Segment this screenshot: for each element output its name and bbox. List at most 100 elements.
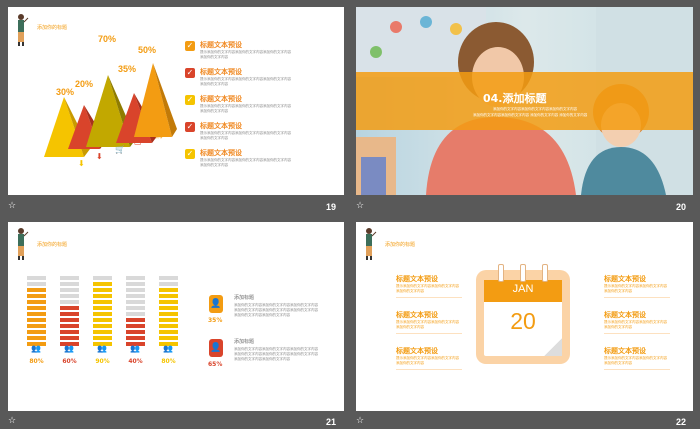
slide-thumbnail-19[interactable]: 添加你的标题 30% 20% 70% 35% 50% ⬇ ⬇ 🛒 ▭ ⛓ ✓ 标题… xyxy=(8,7,344,195)
bar-segment xyxy=(60,288,79,292)
bar-segment xyxy=(93,282,112,286)
item-title: 标题文本预设 xyxy=(200,95,242,103)
bar-segment xyxy=(27,294,46,298)
check-icon: ✓ xyxy=(185,68,195,78)
favorite-star-icon[interactable]: ☆ xyxy=(356,201,364,211)
info-line-2: 添加你的文字内容 xyxy=(604,325,632,329)
favorite-star-icon[interactable]: ☆ xyxy=(8,416,16,426)
slide-thumbnail-22[interactable]: 添加你的标题 JAN 20 标题文本预设 提示添加你的文字内容添加你的文字内容 … xyxy=(356,222,693,411)
slide-header: 添加你的标题 xyxy=(37,242,68,248)
bar-segment xyxy=(93,336,112,340)
divider xyxy=(604,333,670,334)
section-title: 04.添加标题 xyxy=(483,92,547,105)
bar-percent-label: 60% xyxy=(62,358,77,365)
bar-segment xyxy=(126,306,145,310)
bar-segment xyxy=(159,306,178,310)
percent-label-3: 70% xyxy=(98,34,117,44)
cart-icon: 🛒 xyxy=(115,145,125,154)
info-title: 标题文本预设 xyxy=(604,347,646,355)
check-icon: ✓ xyxy=(185,149,195,159)
people-icon: 👥 xyxy=(130,344,140,353)
stat-title: 添加标题 xyxy=(234,295,255,301)
download-tray-icon: ⬇ xyxy=(96,152,103,161)
bar-segment xyxy=(126,294,145,298)
list-item: 标题文本预设 提示添加你的文字内容添加你的文字内容添加你的文字内容 添加你的文字… xyxy=(200,94,291,114)
info-item: 标题文本预设 提示添加你的文字内容添加你的文字内容 添加你的文字内容 xyxy=(604,346,670,370)
slide-thumbnail-21[interactable]: 添加你的标题 👥 80% 👥 60% 👥 90% 👥 40% 👥 80% 👤 35% 添加标题 添加你的… xyxy=(8,222,344,411)
item-desc-2: 添加你的文字内容 xyxy=(200,163,228,167)
bar-segment xyxy=(93,300,112,304)
percent-label-1: 30% xyxy=(56,87,75,97)
bar-percent-label: 80% xyxy=(29,358,44,365)
bar-segment xyxy=(27,306,46,310)
bar-segment xyxy=(27,336,46,340)
bar-segment xyxy=(126,318,145,322)
bar-segment xyxy=(60,276,79,280)
item-desc-2: 添加你的文字内容 xyxy=(200,109,228,113)
bar-segment xyxy=(27,288,46,292)
people-icon: 👥 xyxy=(64,344,74,353)
bar-segment xyxy=(93,330,112,334)
info-item: 标题文本预设 提示添加你的文字内容添加你的文字内容 添加你的文字内容 xyxy=(396,274,462,298)
bar-segment xyxy=(27,276,46,280)
divider xyxy=(604,369,670,370)
bar-segment xyxy=(126,336,145,340)
link-icon: ⛓ xyxy=(154,130,165,139)
person-icon: 👤 xyxy=(209,295,223,313)
bar-segment xyxy=(159,282,178,286)
bar-segment xyxy=(159,300,178,304)
bar-percent-label: 40% xyxy=(128,358,143,365)
bar-segment xyxy=(126,288,145,292)
stat-title: 添加标题 xyxy=(234,339,255,345)
item-title: 标题文本预设 xyxy=(200,41,242,49)
favorite-star-icon[interactable]: ☆ xyxy=(356,416,364,426)
bar-segment xyxy=(126,324,145,328)
info-title: 标题文本预设 xyxy=(396,347,438,355)
info-title: 标题文本预设 xyxy=(604,275,646,283)
calendar-icon: JAN 20 xyxy=(476,264,570,364)
bar-segment xyxy=(159,276,178,280)
slide-number-20: 20 xyxy=(676,202,687,212)
favorite-star-icon[interactable]: ☆ xyxy=(8,201,16,211)
calendar-month: JAN xyxy=(512,283,534,295)
bar-segment xyxy=(60,312,79,316)
info-item: 标题文本预设 提示添加你的文字内容添加你的文字内容 添加你的文字内容 xyxy=(604,274,670,298)
bar-segment xyxy=(93,324,112,328)
percent-label-4: 35% xyxy=(118,64,137,74)
subtitle-line-1: 添加你的文字内容添加你的文字内容添加你的文字内容 xyxy=(493,107,577,111)
bar-segment xyxy=(27,312,46,316)
bar-segment xyxy=(126,282,145,286)
divider xyxy=(396,297,462,298)
stat-line: 添加你的文字内容添加你的文字内容 xyxy=(234,357,290,361)
slide-thumbnail-20[interactable]: 04.添加标题 添加你的文字内容添加你的文字内容添加你的文字内容 添加你的文字内… xyxy=(356,7,693,195)
bar-segment xyxy=(60,324,79,328)
item-desc-2: 添加你的文字内容 xyxy=(200,136,228,140)
info-title: 标题文本预设 xyxy=(396,311,438,319)
monitor-icon: ▭ xyxy=(134,138,142,147)
slide-number-22: 22 xyxy=(676,417,687,427)
info-item: 标题文本预设 提示添加你的文字内容添加你的文字内容 添加你的文字内容 xyxy=(604,310,670,334)
pyramid-chart xyxy=(44,63,177,157)
stat-percent: 35% xyxy=(208,317,223,324)
bar-segment xyxy=(93,312,112,316)
bar-segment xyxy=(159,336,178,340)
subtitle-line-2: 添加你的文字内容添加你的文字内容 添加你的文字内容 添加你的文字内容 xyxy=(473,113,588,117)
bar-segment xyxy=(126,300,145,304)
bar-segment xyxy=(159,330,178,334)
info-line-2: 添加你的文字内容 xyxy=(604,361,632,365)
bar-segment xyxy=(93,276,112,280)
bar-percent-label: 90% xyxy=(95,358,110,365)
bar-segment xyxy=(60,318,79,322)
teacher-figure-icon xyxy=(18,14,29,46)
teacher-figure-icon xyxy=(366,228,377,260)
bar-segment xyxy=(60,282,79,286)
list-item: 标题文本预设 提示添加你的文字内容添加你的文字内容添加你的文字内容 添加你的文字… xyxy=(200,67,291,87)
divider xyxy=(396,369,462,370)
person-icon: 👤 xyxy=(209,339,223,357)
download-icon: ⬇ xyxy=(78,159,85,168)
divider xyxy=(396,333,462,334)
info-line-2: 添加你的文字内容 xyxy=(396,361,424,365)
slide-number-19: 19 xyxy=(326,202,337,212)
list-item: 标题文本预设 提示添加你的文字内容添加你的文字内容添加你的文字内容 添加你的文字… xyxy=(200,121,291,141)
bar-segment xyxy=(159,288,178,292)
